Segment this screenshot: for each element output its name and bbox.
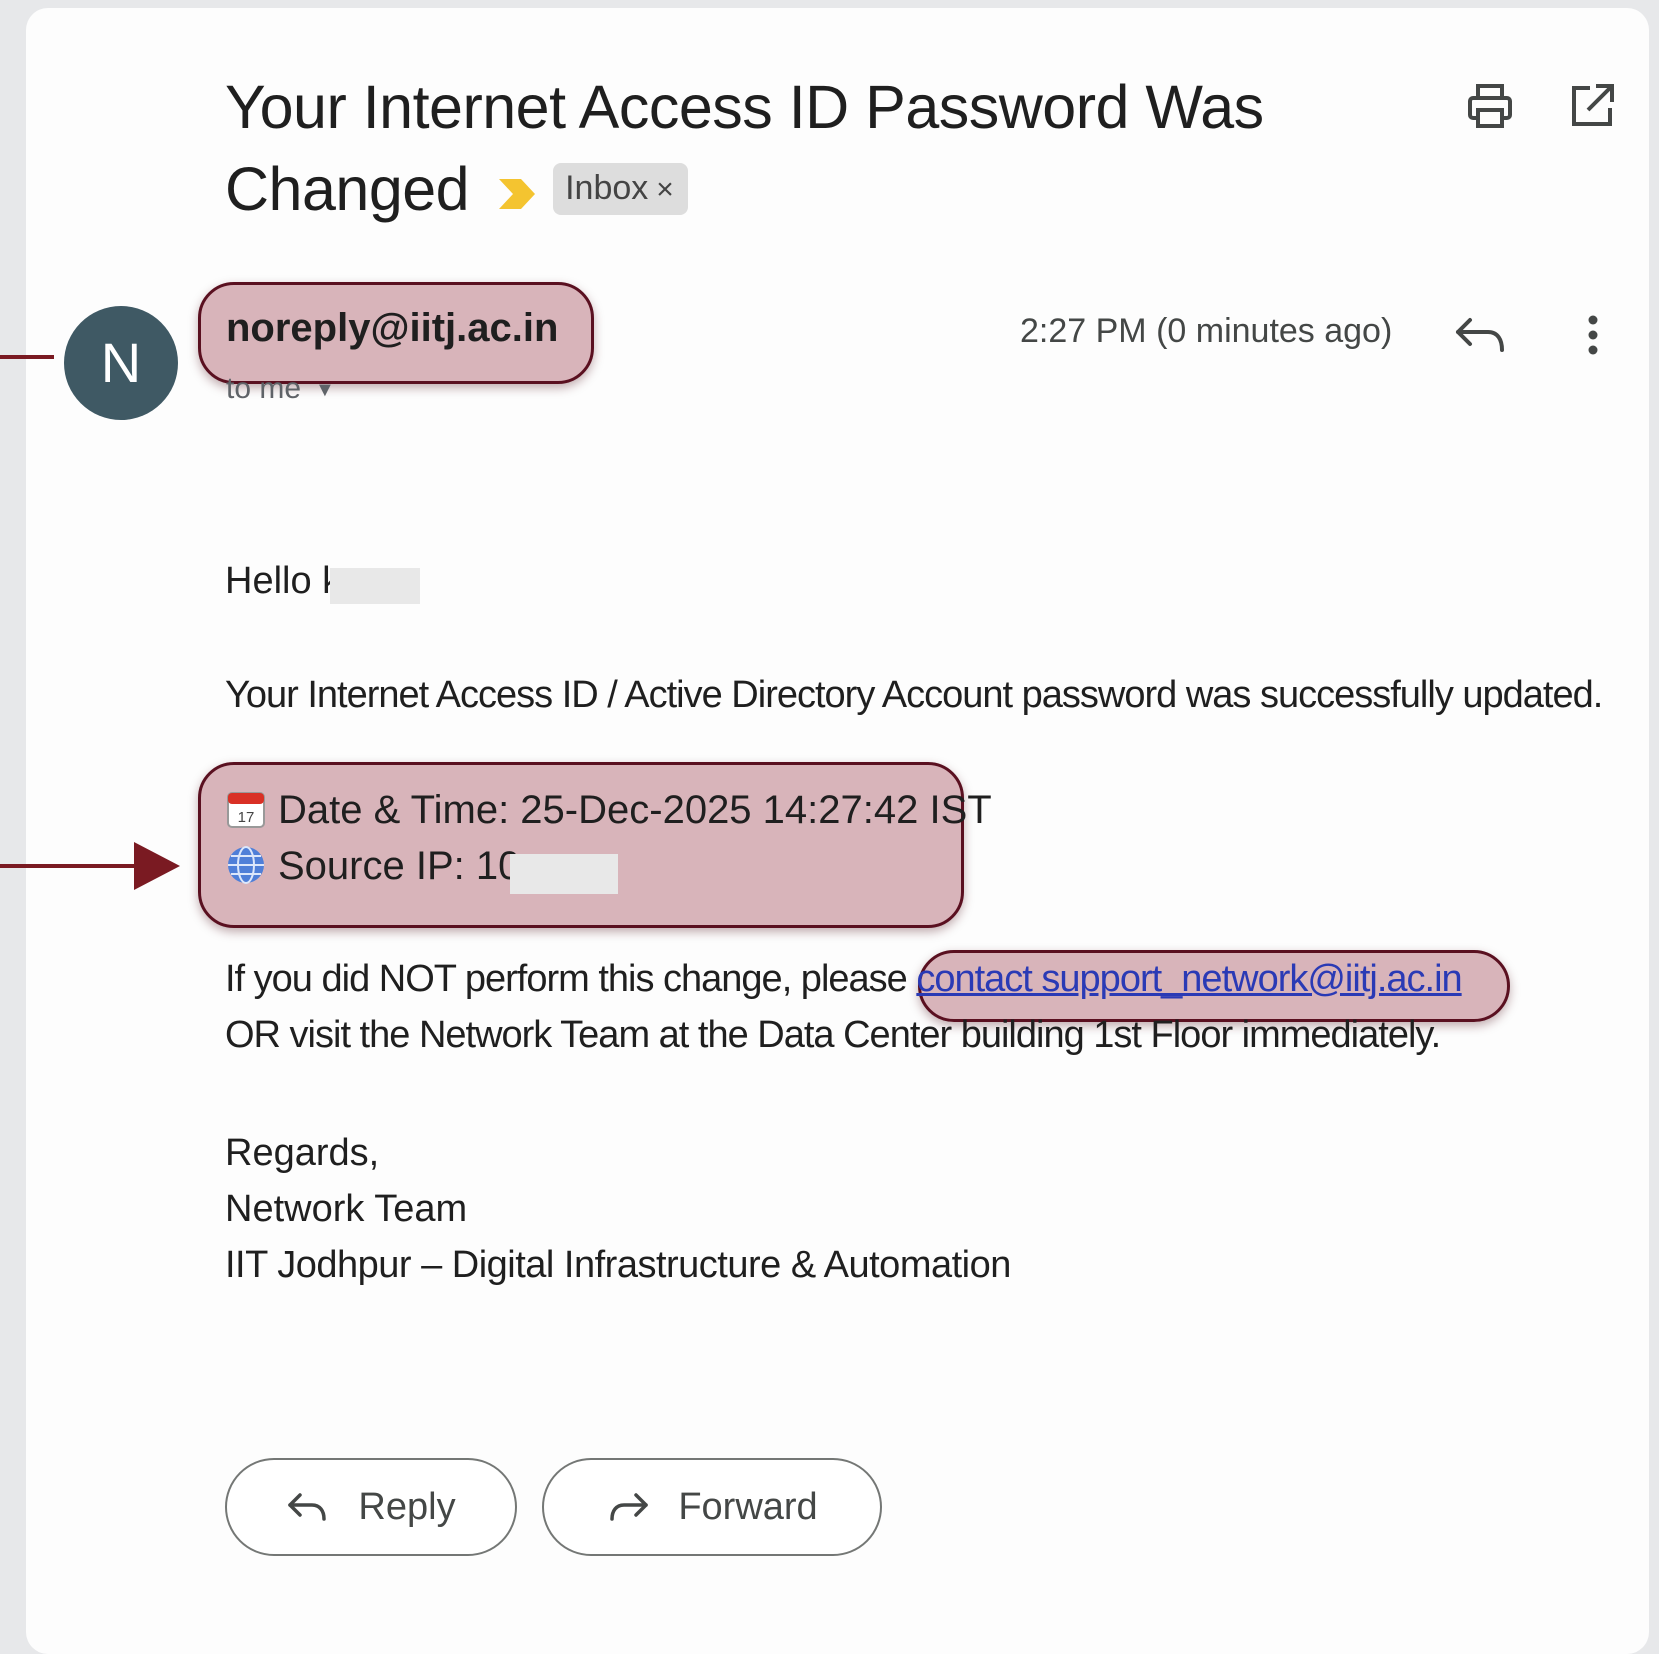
timestamp: 2:27 PM (0 minutes ago) (1020, 312, 1393, 350)
annotation-pointer-line (0, 355, 54, 359)
date-time-text: Date & Time: 25-Dec-2025 14:27:42 IST (278, 788, 992, 832)
date-time-line: 17 Date & Time: 25-Dec-2025 14:27:42 IST (226, 788, 992, 835)
source-ip-text: Source IP: 10. (278, 844, 532, 888)
remove-label-icon[interactable]: × (656, 173, 674, 206)
avatar[interactable]: N (64, 306, 178, 420)
forward-button[interactable]: Forward (542, 1458, 882, 1556)
reply-icon[interactable] (1452, 310, 1512, 360)
recipient-details[interactable]: to me ▼ (226, 372, 335, 406)
redaction-box (510, 854, 618, 894)
redaction-box (330, 568, 420, 604)
support-email-link[interactable]: contact support_network@iitj.ac.in (916, 958, 1462, 1000)
inbox-label-chip: Inbox × (553, 162, 688, 215)
instruction-line-2: OR visit the Network Team at the Data Ce… (225, 1014, 1441, 1056)
calendar-icon: 17 (226, 789, 266, 829)
annotation-arrow-line (0, 864, 140, 868)
sender-address[interactable]: noreply@iitj.ac.in (226, 306, 558, 351)
open-in-new-window-icon[interactable] (1564, 78, 1620, 134)
forward-icon (610, 1493, 649, 1521)
chevron-down-icon[interactable]: ▼ (315, 379, 335, 402)
reply-button[interactable]: Reply (225, 1458, 517, 1556)
source-ip-line: Source IP: 10. (226, 844, 531, 891)
globe-icon (226, 845, 266, 885)
more-vertical-icon[interactable] (1578, 310, 1608, 360)
signature-team: Network Team (225, 1188, 468, 1230)
print-icon[interactable] (1462, 78, 1518, 134)
reply-icon (288, 1493, 327, 1521)
subject-text: Your Internet Access ID Password Was Cha… (225, 73, 1264, 223)
instruction-line-1: If you did NOT perform this change, plea… (225, 958, 1463, 1001)
forward-button-label: Forward (678, 1485, 818, 1528)
importance-marker-icon[interactable] (497, 149, 537, 231)
email-subject: Your Internet Access ID Password Was Cha… (225, 66, 1355, 239)
signature-org: IIT Jodhpur – Digital Infrastructure & A… (225, 1244, 1011, 1286)
instruction-prefix: If you did NOT perform this change, plea… (225, 958, 917, 1000)
greeting: Hello k (225, 560, 342, 602)
annotation-arrow-head (134, 842, 180, 890)
recipient-label: to me (226, 372, 302, 405)
body-line-1: Your Internet Access ID / Active Directo… (225, 674, 1603, 716)
inbox-label-text: Inbox (565, 168, 649, 207)
reply-button-label: Reply (358, 1485, 456, 1528)
svg-text:17: 17 (238, 809, 255, 826)
signature-regards: Regards, (225, 1132, 380, 1174)
